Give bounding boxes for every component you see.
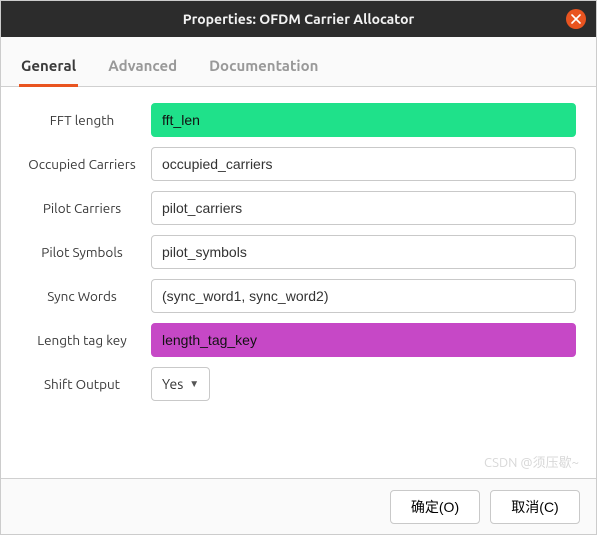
close-button[interactable]: [566, 9, 586, 29]
input-pilot-symbols[interactable]: [151, 235, 576, 269]
row-occupied-carriers: Occupied Carriers: [21, 147, 576, 181]
properties-dialog: Properties: OFDM Carrier Allocator Gener…: [0, 0, 597, 535]
input-fft-length[interactable]: [151, 103, 576, 137]
form-body: FFT length Occupied Carriers Pilot Carri…: [1, 87, 596, 478]
row-length-tag-key: Length tag key: [21, 323, 576, 357]
label-length-tag-key: Length tag key: [21, 332, 151, 348]
select-shift-output-value: Yes: [162, 376, 183, 392]
row-pilot-symbols: Pilot Symbols: [21, 235, 576, 269]
row-sync-words: Sync Words: [21, 279, 576, 313]
label-pilot-symbols: Pilot Symbols: [21, 244, 151, 260]
row-fft-length: FFT length: [21, 103, 576, 137]
label-occupied-carriers: Occupied Carriers: [21, 156, 151, 172]
caret-down-icon: ▼: [189, 378, 199, 390]
cancel-button[interactable]: 取消(C): [490, 490, 580, 524]
window-title: Properties: OFDM Carrier Allocator: [183, 11, 415, 27]
tab-general[interactable]: General: [19, 51, 78, 86]
tab-bar: General Advanced Documentation: [1, 37, 596, 87]
row-pilot-carriers: Pilot Carriers: [21, 191, 576, 225]
input-length-tag-key[interactable]: [151, 323, 576, 357]
tab-advanced[interactable]: Advanced: [106, 51, 179, 86]
input-occupied-carriers[interactable]: [151, 147, 576, 181]
close-icon: [571, 14, 581, 24]
label-shift-output: Shift Output: [21, 376, 151, 392]
input-sync-words[interactable]: [151, 279, 576, 313]
select-shift-output[interactable]: Yes ▼: [151, 367, 210, 401]
label-sync-words: Sync Words: [21, 288, 151, 304]
titlebar: Properties: OFDM Carrier Allocator: [1, 1, 596, 37]
row-shift-output: Shift Output Yes ▼: [21, 367, 576, 401]
label-pilot-carriers: Pilot Carriers: [21, 200, 151, 216]
input-pilot-carriers[interactable]: [151, 191, 576, 225]
tab-documentation[interactable]: Documentation: [207, 51, 320, 86]
label-fft-length: FFT length: [21, 112, 151, 128]
ok-button[interactable]: 确定(O): [390, 490, 480, 524]
dialog-footer: 确定(O) 取消(C): [1, 478, 596, 534]
